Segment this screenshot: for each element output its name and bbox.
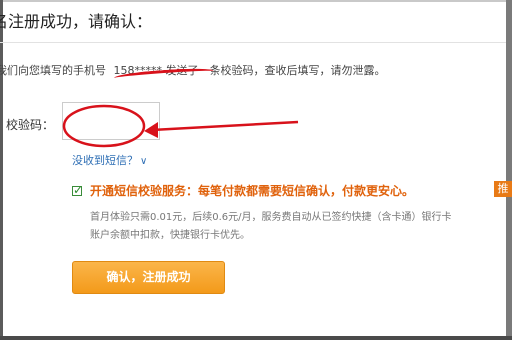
verification-code-label: 校验码： xyxy=(6,118,55,132)
annotation-arrow-line xyxy=(151,120,299,132)
sms-sent-notice: 我们向您填写的手机号 158***** 发送了一条校验码，查收后填写，请勿泄露。 xyxy=(0,62,512,83)
sms-service-title: 开通短信校验服务：每笔付款都需要短信确认，付款更安心。 xyxy=(90,184,415,198)
check-icon: ✓ xyxy=(73,183,84,197)
window-top-border xyxy=(0,0,512,2)
red-annotation-overlay xyxy=(62,104,299,148)
masked-phone-number: 158***** xyxy=(113,64,214,83)
sms-service-checkbox[interactable]: ✓ xyxy=(72,183,84,197)
sms-service-desc-line-2: 账户余额中扣款，快捷银行卡优先。 xyxy=(90,230,250,241)
page-title: 名注册成功，请确认： xyxy=(0,12,153,31)
no-sms-label: 没收到短信？ xyxy=(72,154,138,167)
annotation-circle xyxy=(62,104,146,148)
window-bottom-border xyxy=(0,336,512,340)
header-divider xyxy=(0,42,506,43)
confirm-register-button[interactable]: 确认，注册成功 xyxy=(72,261,225,294)
annotation-arrow-head xyxy=(144,122,158,138)
sms-service-desc-line-1: 首月体验只需0.01元，后续0.6元/月，服务费自动从已签约快捷（含卡通）银行卡 xyxy=(90,212,452,223)
recommend-badge: 推 xyxy=(494,181,512,197)
window-right-border xyxy=(506,0,512,340)
chevron-down-icon: ∨ xyxy=(140,156,148,167)
window-left-border xyxy=(0,0,3,340)
notice-prefix: 我们向您填写的手机号 xyxy=(0,64,106,77)
no-sms-link[interactable]: 没收到短信？ ∨ xyxy=(72,152,147,168)
